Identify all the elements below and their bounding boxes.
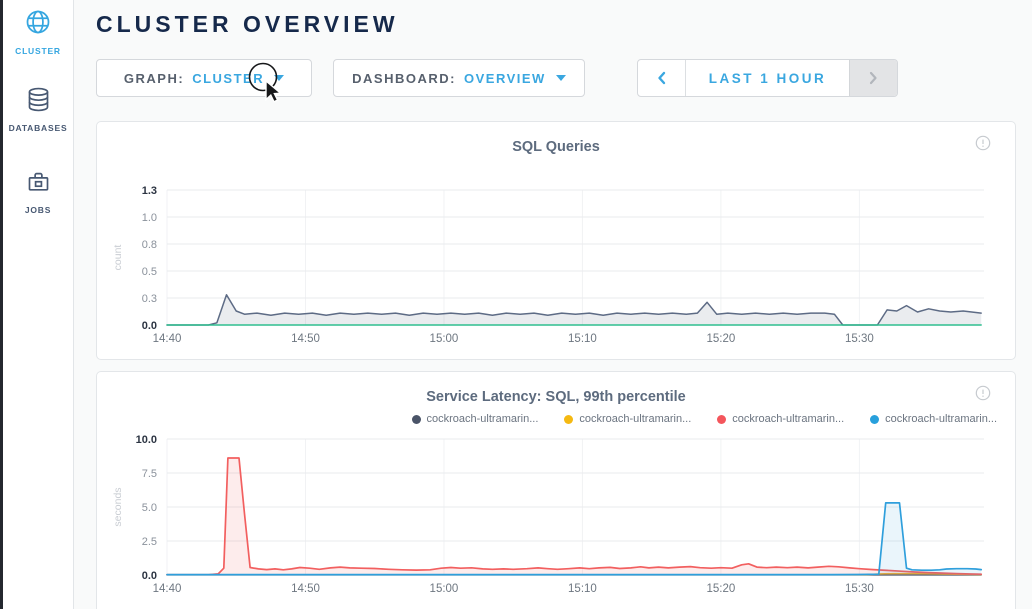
svg-text:14:40: 14:40	[153, 333, 182, 345]
time-prev-button[interactable]	[638, 60, 686, 96]
dashboard-dropdown-value: OVERVIEW	[464, 71, 546, 86]
svg-text:2.5: 2.5	[142, 536, 157, 548]
legend-dot-icon	[412, 415, 421, 424]
svg-text:15:10: 15:10	[568, 583, 597, 595]
graph-dropdown[interactable]: GRAPH: CLUSTER	[96, 59, 312, 97]
svg-text:15:00: 15:00	[430, 333, 459, 345]
svg-text:10.0: 10.0	[136, 434, 157, 446]
svg-text:seconds: seconds	[112, 487, 124, 526]
chart-title: SQL Queries	[97, 122, 1015, 155]
svg-text:0.3: 0.3	[142, 293, 157, 305]
globe-icon	[24, 8, 52, 41]
sidebar-item-cluster[interactable]: CLUSTER	[3, 8, 73, 56]
svg-text:7.5: 7.5	[142, 468, 157, 480]
svg-text:14:40: 14:40	[153, 583, 182, 595]
legend-label: cockroach-ultramarin...	[579, 413, 691, 425]
briefcase-icon	[25, 168, 52, 200]
legend-label: cockroach-ultramarin...	[885, 413, 997, 425]
legend-item[interactable]: cockroach-ultramarin...	[717, 413, 844, 425]
sidebar-item-jobs[interactable]: JOBS	[3, 168, 73, 215]
chevron-down-icon	[556, 75, 566, 81]
dashboard-dropdown[interactable]: DASHBOARD: OVERVIEW	[333, 59, 585, 97]
legend-item[interactable]: cockroach-ultramarin...	[564, 413, 691, 425]
sidebar-item-label: CLUSTER	[15, 46, 61, 56]
svg-text:0.0: 0.0	[142, 320, 157, 332]
legend-label: cockroach-ultramarin...	[427, 413, 539, 425]
time-window-selector: LAST 1 HOUR	[637, 59, 898, 97]
info-icon[interactable]	[975, 385, 991, 406]
service-latency-chart[interactable]: 14:40 14:50 15:00 15:10 15:20 15:30 0.0 2.5 5.0 7…	[97, 428, 1016, 609]
svg-text:0.5: 0.5	[142, 266, 157, 278]
legend-dot-icon	[870, 415, 879, 424]
chevron-right-icon	[869, 71, 878, 85]
svg-text:14:50: 14:50	[291, 583, 320, 595]
chart-legend: cockroach-ultramarin... cockroach-ultrama…	[412, 413, 998, 425]
svg-text:15:10: 15:10	[568, 333, 597, 345]
sidebar-item-databases[interactable]: DATABASES	[3, 86, 73, 133]
sidebar-item-label: DATABASES	[9, 123, 68, 133]
legend-dot-icon	[717, 415, 726, 424]
dashboard-dropdown-label: DASHBOARD:	[352, 71, 456, 86]
svg-text:0.0: 0.0	[142, 570, 157, 582]
legend-dot-icon	[564, 415, 573, 424]
chevron-left-icon	[657, 71, 666, 85]
info-icon[interactable]	[975, 135, 991, 156]
sidebar: CLUSTER DATABASES JOBS	[3, 0, 74, 609]
legend-item[interactable]: cockroach-ultramarin...	[870, 413, 997, 425]
sidebar-item-label: JOBS	[25, 205, 51, 215]
chart-panel-service-latency: Service Latency: SQL, 99th percentile co…	[96, 371, 1016, 609]
graph-dropdown-value: CLUSTER	[192, 71, 264, 86]
svg-text:15:00: 15:00	[430, 583, 459, 595]
svg-text:15:20: 15:20	[707, 583, 736, 595]
page-title: CLUSTER OVERVIEW	[96, 11, 399, 38]
svg-text:0.8: 0.8	[142, 239, 157, 251]
svg-text:15:20: 15:20	[707, 333, 736, 345]
svg-text:count: count	[112, 245, 124, 271]
time-next-button-disabled[interactable]	[849, 60, 897, 96]
svg-text:5.0: 5.0	[142, 502, 157, 514]
sql-queries-chart[interactable]: 14:40 14:50 15:00 15:10 15:20 15:30 0.0 0.3 0.5 0…	[97, 158, 1017, 358]
legend-label: cockroach-ultramarin...	[732, 413, 844, 425]
database-icon	[25, 86, 52, 118]
svg-text:1.0: 1.0	[142, 212, 157, 224]
legend-item[interactable]: cockroach-ultramarin...	[412, 413, 539, 425]
svg-text:14:50: 14:50	[291, 333, 320, 345]
chart-panel-sql-queries: SQL Queries 14:40 14:50 15:00 15:10 15:20 15:…	[96, 121, 1016, 360]
svg-text:15:30: 15:30	[845, 583, 874, 595]
chart-title: Service Latency: SQL, 99th percentile	[97, 372, 1015, 405]
time-range-button[interactable]: LAST 1 HOUR	[686, 60, 849, 96]
svg-text:15:30: 15:30	[845, 333, 874, 345]
chevron-down-icon	[274, 75, 284, 81]
graph-dropdown-label: GRAPH:	[124, 71, 184, 86]
svg-text:1.3: 1.3	[142, 185, 157, 197]
